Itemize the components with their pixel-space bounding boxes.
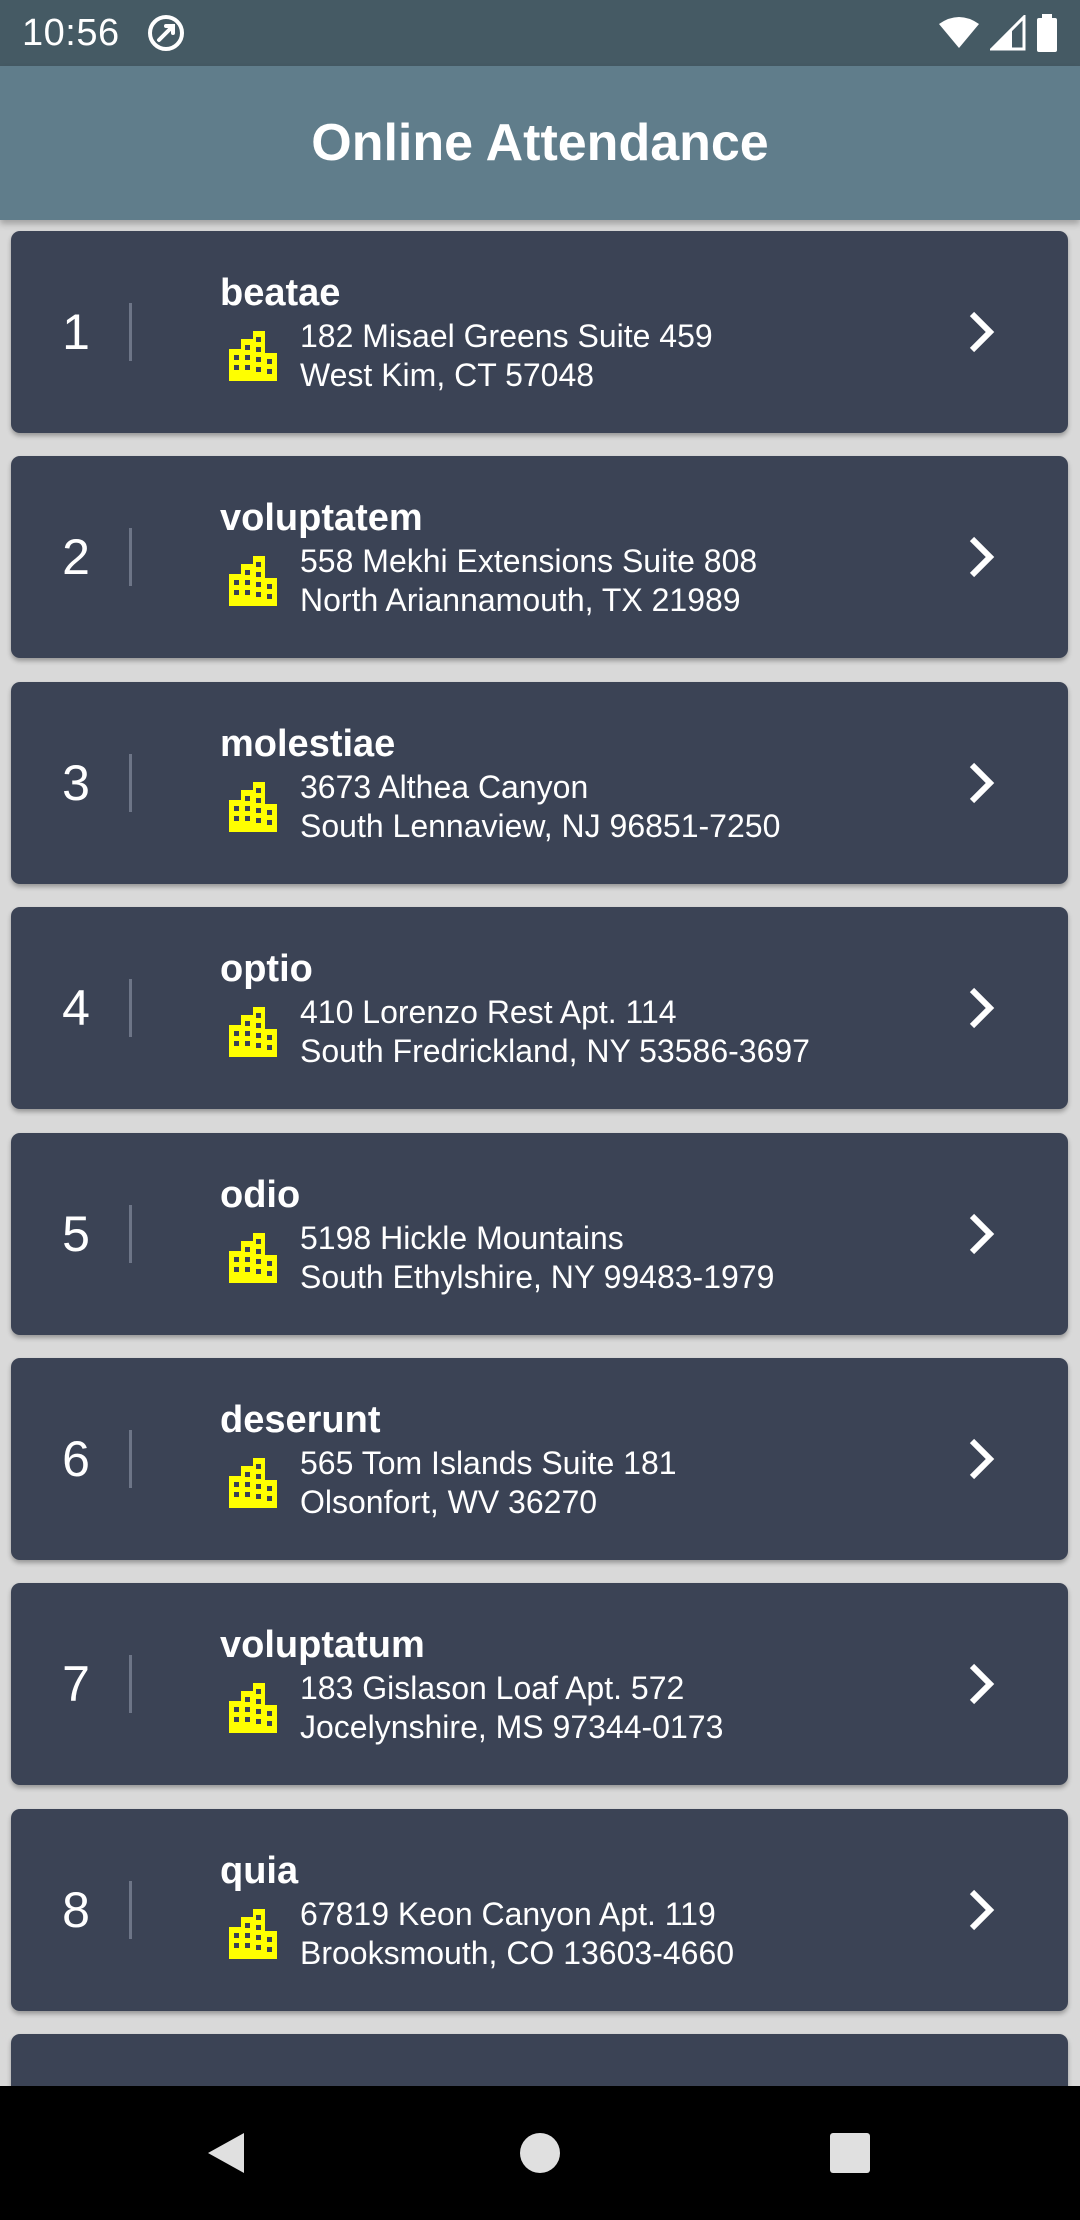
item-divider <box>129 754 132 812</box>
item-address-line2: Brooksmouth, CO 13603-4660 <box>300 1935 735 1971</box>
building-icon <box>229 331 277 381</box>
list-item[interactable]: 3 molestiae 3673 Althea Canyon South Len… <box>11 682 1068 884</box>
status-time: 10:56 <box>22 12 120 54</box>
item-name: beatae <box>220 272 341 314</box>
item-index: 6 <box>62 1431 90 1487</box>
item-address-line2: Jocelynshire, MS 97344-0173 <box>300 1709 724 1745</box>
item-divider <box>129 303 132 361</box>
back-button[interactable] <box>186 2113 266 2193</box>
item-name: voluptatem <box>220 497 423 539</box>
home-button[interactable] <box>500 2113 580 2193</box>
list-item[interactable]: 2 voluptatem 558 Mekhi Extensions Suite … <box>11 456 1068 658</box>
app-bar: Online Attendance <box>0 66 1080 220</box>
item-name: voluptatum <box>220 1624 425 1666</box>
item-address-line2: West Kim, CT 57048 <box>300 357 595 393</box>
item-address-line1: 410 Lorenzo Rest Apt. 114 <box>300 994 677 1030</box>
chevron-right-icon <box>969 1663 995 1705</box>
item-address-line1: 565 Tom Islands Suite 181 <box>300 1445 677 1481</box>
accessibility-icon <box>148 15 184 51</box>
item-divider <box>129 1430 132 1488</box>
building-icon <box>229 1233 277 1283</box>
item-name: molestiae <box>220 723 396 765</box>
back-icon <box>208 2133 244 2173</box>
item-address-line1: 3673 Althea Canyon <box>300 769 589 805</box>
item-name: deserunt <box>220 1399 381 1441</box>
list-item[interactable]: 9 <box>11 2034 1068 2086</box>
chevron-right-icon <box>969 762 995 804</box>
battery-icon <box>1037 14 1057 52</box>
recents-icon <box>830 2133 870 2173</box>
chevron-right-icon <box>969 1213 995 1255</box>
item-address-line2: North Ariannamouth, TX 21989 <box>300 582 741 618</box>
chevron-right-icon <box>969 311 995 353</box>
item-divider <box>129 1881 132 1939</box>
signal-icon <box>990 15 1026 51</box>
wifi-icon <box>939 17 979 48</box>
list-item[interactable]: 4 optio 410 Lorenzo Rest Apt. 114 South … <box>11 907 1068 1109</box>
item-address-line1: 182 Misael Greens Suite 459 <box>300 318 713 354</box>
building-icon <box>229 782 277 832</box>
building-icon <box>229 1683 277 1733</box>
item-address-line1: 183 Gislason Loaf Apt. 572 <box>300 1670 685 1706</box>
item-index: 4 <box>62 980 90 1036</box>
item-name: quia <box>220 1850 299 1892</box>
building-icon <box>229 1007 277 1057</box>
item-address-line2: Olsonfort, WV 36270 <box>300 1484 598 1520</box>
item-index: 3 <box>62 755 90 811</box>
item-address-line2: South Ethylshire, NY 99483-1979 <box>300 1259 775 1295</box>
chevron-right-icon <box>969 1889 995 1931</box>
status-icons <box>938 12 1058 54</box>
chevron-right-icon <box>969 1438 995 1480</box>
item-index: 5 <box>62 1206 90 1262</box>
system-nav-bar <box>0 2086 1080 2220</box>
item-index: 9 <box>11 2034 141 2086</box>
chevron-right-icon <box>969 987 995 1029</box>
item-index: 7 <box>62 1656 90 1712</box>
chevron-right-icon <box>969 536 995 578</box>
item-divider <box>129 1655 132 1713</box>
home-icon <box>520 2133 560 2173</box>
status-bar: 10:56 <box>0 0 1080 66</box>
item-divider <box>129 528 132 586</box>
item-index: 1 <box>62 304 90 360</box>
page-title: Online Attendance <box>311 114 769 172</box>
item-address-line1: 67819 Keon Canyon Apt. 119 <box>300 1896 716 1932</box>
item-address-line1: 558 Mekhi Extensions Suite 808 <box>300 543 758 579</box>
building-icon <box>229 1909 277 1959</box>
building-icon <box>229 1458 277 1508</box>
recents-button[interactable] <box>810 2113 890 2193</box>
list-item[interactable]: 7 voluptatum 183 Gislason Loaf Apt. 572 … <box>11 1583 1068 1785</box>
item-address-line1: 5198 Hickle Mountains <box>300 1220 624 1256</box>
list-item[interactable]: 5 odio 5198 Hickle Mountains South Ethyl… <box>11 1133 1068 1335</box>
item-address-line2: South Lennaview, NJ 96851-7250 <box>300 808 781 844</box>
item-name: odio <box>220 1174 301 1216</box>
list-item[interactable]: 8 quia 67819 Keon Canyon Apt. 119 Brooks… <box>11 1809 1068 2011</box>
list-item[interactable]: 1 beatae 182 Misael Greens Suite 459 Wes… <box>11 231 1068 433</box>
list-item[interactable]: 6 deserunt 565 Tom Islands Suite 181 Ols… <box>11 1358 1068 1560</box>
building-icon <box>229 556 277 606</box>
item-index: 8 <box>62 1882 90 1938</box>
item-divider <box>129 1205 132 1263</box>
item-name: optio <box>220 948 313 990</box>
item-address-line2: South Fredrickland, NY 53586-3697 <box>300 1033 810 1069</box>
item-divider <box>129 979 132 1037</box>
attendance-list[interactable]: 1 beatae 182 Misael Greens Suite 459 Wes… <box>0 220 1080 2086</box>
item-index: 2 <box>62 529 90 585</box>
